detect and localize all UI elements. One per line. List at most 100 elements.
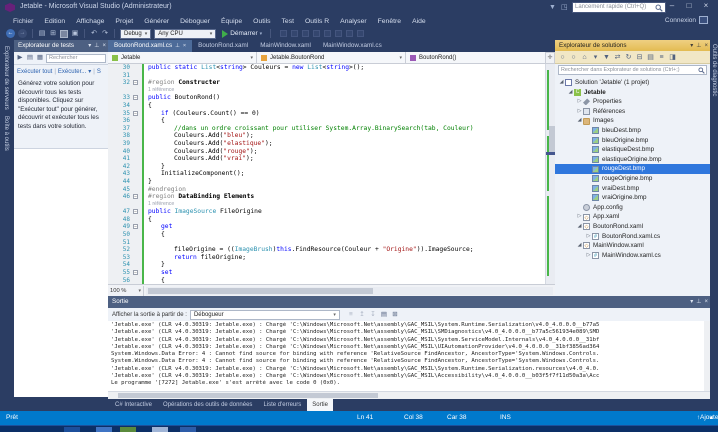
pin-icon[interactable]: ⊥ [175,40,180,52]
document-tab[interactable]: BoutonRond.xaml [192,40,254,52]
expander-open-icon[interactable]: ◢ [558,78,565,88]
close-icon[interactable]: × [704,40,708,52]
expander-closed-icon[interactable]: ▷ [585,232,592,242]
collapse-region-icon[interactable]: – [133,224,138,229]
editor-vertical-scrollbar[interactable] [545,64,555,284]
new-file-icon[interactable]: ▤ [38,30,46,38]
pin-icon[interactable]: ⊥ [94,40,99,52]
pin-icon[interactable]: ⊥ [696,40,701,52]
find-message-icon[interactable]: ≡ [347,311,355,319]
step-over-icon[interactable] [324,30,331,37]
menu-item[interactable]: Outils [248,17,275,26]
minimize-button[interactable]: – [664,0,680,13]
menu-item[interactable]: Outils R [300,17,334,26]
solution-configuration-dropdown[interactable]: Debug▾ [120,29,151,39]
preview-selected-icon[interactable]: ◨ [668,53,677,62]
start-debugging-button[interactable]: Démarrer▾ [219,30,265,38]
tree-item[interactable]: ◢Solution 'Jetable' (1 projet) [555,78,710,88]
chevron-down-icon[interactable]: ▾ [88,68,91,75]
tree-item[interactable]: ▷Properties [555,97,710,107]
collapse-all-icon[interactable]: ⊟ [635,53,644,62]
expander-closed-icon[interactable]: ▷ [576,97,583,107]
tree-item[interactable]: ◢◇MainWindow.xaml [555,241,710,251]
quick-launch-input[interactable]: Lancement rapide (Ctrl+Q) [572,2,666,13]
test-run-link[interactable]: S [97,69,101,75]
bottom-tab[interactable]: Opérations des outils de données [158,399,257,411]
filter-icon[interactable]: ▦ [36,54,44,62]
tree-item[interactable]: ▷◇App.xaml [555,212,710,222]
tree-item[interactable]: vraiOrigine.bmp [555,193,710,203]
pending-changes-filter-icon[interactable]: ▼ [602,53,611,62]
menu-item[interactable]: Fenêtre [373,17,406,26]
expander-closed-icon[interactable]: ▷ [585,251,592,261]
maximize-button[interactable]: □ [681,0,697,13]
taskbar-app-icon[interactable] [152,427,168,432]
menu-item[interactable]: Test [277,17,299,26]
group-by-icon[interactable]: ▤ [26,54,34,62]
test-search-input[interactable]: Rechercher [46,54,106,63]
properties-icon[interactable]: ≡ [657,53,666,62]
window-position-icon[interactable]: ▾ [690,296,693,308]
menu-item[interactable]: Fichier [8,17,38,26]
expander-closed-icon[interactable]: ▷ [576,107,583,117]
comment-icon[interactable] [357,30,364,37]
show-all-files-icon[interactable]: ▤ [646,53,655,62]
tree-item[interactable]: rougeDest.bmp [555,164,710,174]
editor-horizontal-scrollbar[interactable] [146,287,553,295]
close-button[interactable]: × [698,0,714,13]
taskbar-app-icon[interactable] [120,427,136,432]
tree-item[interactable]: elastiqueDest.bmp [555,145,710,155]
forward-icon[interactable]: ○ [569,53,578,62]
test-run-link[interactable]: Exécuter tout [17,69,52,75]
menu-item[interactable]: Analyser [335,17,371,26]
menu-item[interactable]: Edition [39,17,70,26]
toggle-word-wrap-icon[interactable]: ⊞ [391,311,399,319]
sync-with-active-document-icon[interactable]: ⇄ [613,53,622,62]
tree-item[interactable]: ◢Images [555,116,710,126]
collapse-region-icon[interactable]: – [133,80,138,85]
output-vertical-scrollbar[interactable] [704,321,710,391]
output-horizontal-scrollbar[interactable] [108,391,710,399]
tool-window-tab[interactable]: Explorateur de serveurs [3,46,9,110]
test-list-empty-area[interactable] [14,148,108,397]
code-editor[interactable]: 30public static List<string> Couleurs = … [108,64,545,284]
expander-open-icon[interactable]: ◢ [567,88,574,98]
step-out-icon[interactable] [335,30,342,37]
back-icon[interactable]: ○ [558,53,567,62]
go-to-previous-message-icon[interactable]: ↥ [358,311,366,319]
tree-item[interactable]: ◢CJetable [555,88,710,98]
home-icon[interactable]: ⌂ [580,53,589,62]
restart-icon[interactable] [302,30,309,37]
menu-item[interactable]: Affichage [71,17,109,26]
expand-icon[interactable]: ▴ [710,411,713,425]
bottom-tab[interactable]: Liste d'erreurs [258,399,306,411]
split-window-button[interactable]: ✛ [545,52,555,64]
notifications-icon[interactable]: ▼ [549,4,557,11]
collapse-region-icon[interactable]: – [133,95,138,100]
solution-platform-dropdown[interactable]: Any CPU▾ [154,29,216,39]
test-run-link[interactable]: Exécuter... [58,69,86,75]
menu-item[interactable]: Générer [139,17,174,26]
taskbar-app-icon[interactable] [180,427,196,432]
menu-item[interactable]: Déboguer [175,17,215,26]
output-log[interactable]: 'Jetable.exe' (CLR v4.0.30319: Jetable.e… [108,321,710,391]
editor-zoom-dropdown[interactable]: 100 %▾ [108,286,144,296]
collapse-region-icon[interactable]: – [133,209,138,214]
navigate-backward-icon[interactable]: ← [6,29,15,38]
bottom-tab[interactable]: C# Interactive [110,399,157,411]
tree-item[interactable]: ◢◇BoutonRond.xaml [555,222,710,232]
output-source-dropdown[interactable]: Débogueur▾ [190,310,340,320]
expander-open-icon[interactable]: ◢ [576,241,583,251]
sign-in-button[interactable]: Connexion [665,16,708,24]
taskbar-start-button[interactable] [64,427,80,432]
step-into-icon[interactable] [313,30,320,37]
redo-icon[interactable]: ↷ [101,30,109,38]
tree-item[interactable]: elastiqueOrigine.bmp [555,155,710,165]
navigation-dropdown[interactable]: BoutonRond()▾ [406,52,555,63]
undo-icon[interactable]: ↶ [90,30,98,38]
navigation-dropdown[interactable]: Jetable.BoutonRond▾ [257,52,406,63]
tool-window-tab[interactable]: Outils de diagnostic [711,44,717,96]
find-in-files-icon[interactable] [346,30,353,37]
close-icon[interactable]: × [102,40,106,52]
navigation-dropdown[interactable]: Jetable▾ [108,52,257,63]
